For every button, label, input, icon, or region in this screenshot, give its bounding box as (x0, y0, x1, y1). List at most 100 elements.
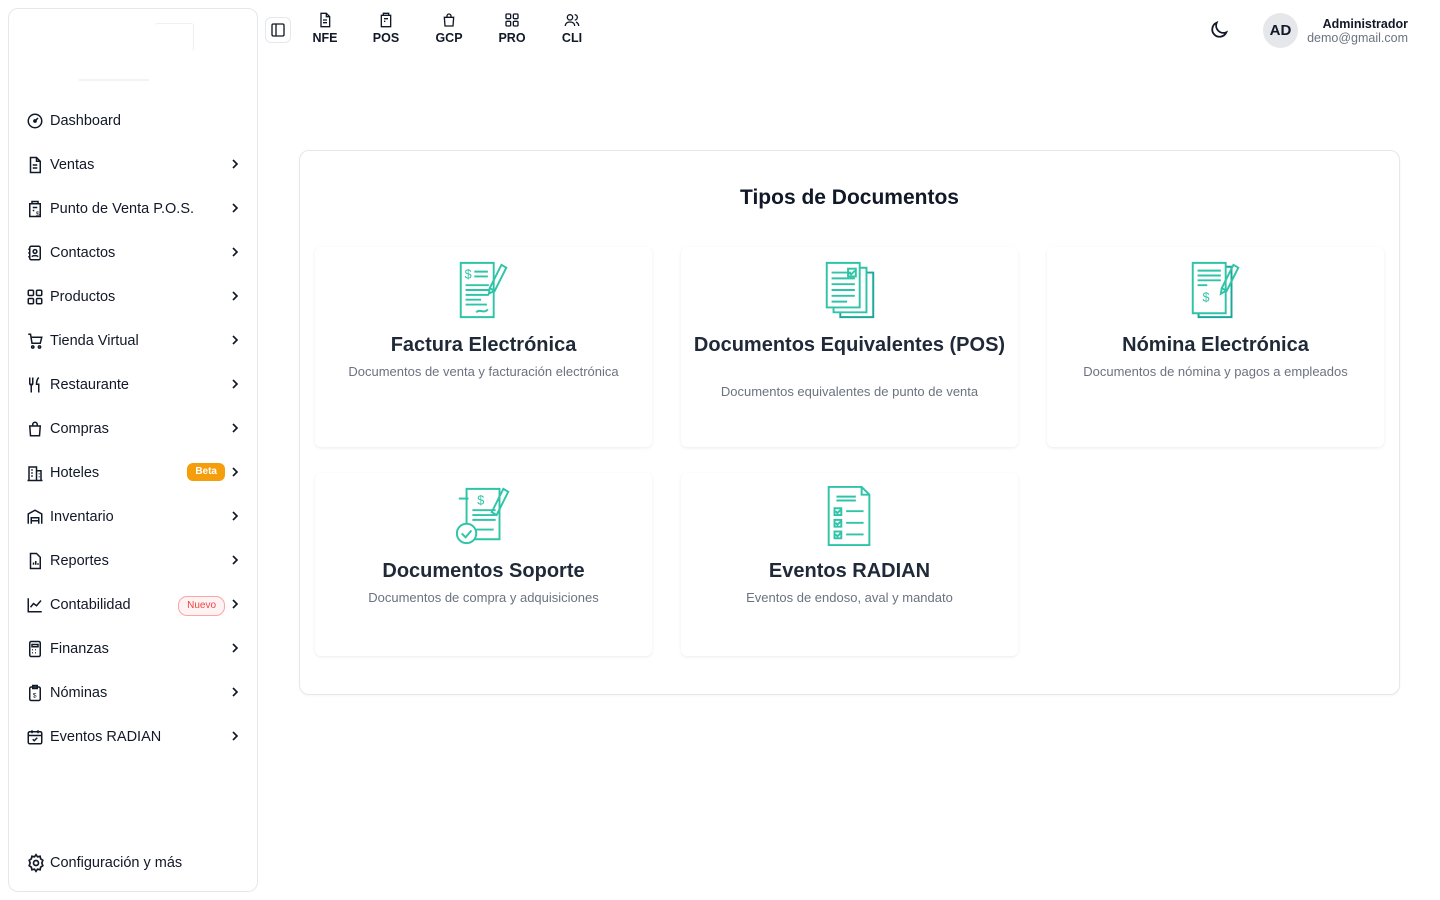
chevron-right-icon (232, 687, 239, 697)
clipboard-dollar-icon: $ (26, 684, 44, 702)
tab-label: CLI (561, 31, 583, 45)
warehouse-icon (26, 508, 44, 526)
sidebar-item-restaurante[interactable]: Restaurante (9, 363, 257, 407)
calendar-check-icon (26, 728, 44, 746)
user-info[interactable]: Administrador demo@gmail.com (1307, 17, 1408, 45)
chevron-right-icon (232, 467, 239, 477)
sidebar-item-label: Contactos (50, 245, 116, 261)
chevron-right-icon (232, 555, 239, 565)
sidebar-item-label: Reportes (50, 553, 109, 569)
document-icon (26, 156, 44, 174)
calculator-icon (26, 640, 44, 658)
svg-text:$: $ (1202, 291, 1209, 305)
chevron-right-icon (232, 423, 239, 433)
card-description: Documentos equivalentes de punto de vent… (720, 384, 979, 399)
document-icon (320, 12, 331, 28)
card-title: Documentos Soporte (382, 560, 585, 582)
tab-nfe[interactable]: NFE (303, 12, 347, 45)
contact-book-icon (26, 244, 44, 262)
invoice-pen-icon: $ (459, 261, 508, 319)
sidebar-item-reportes[interactable]: Reportes (9, 539, 257, 583)
new-badge: Nuevo (178, 596, 225, 616)
card-title: Eventos RADIAN (768, 560, 931, 582)
chevron-right-icon (232, 159, 239, 169)
payroll-pen-icon: $ (1191, 261, 1240, 319)
sidebar-item-label: Finanzas (50, 641, 109, 657)
tab-label: PRO (498, 31, 526, 45)
tab-label: POS (372, 31, 400, 45)
tab-pos[interactable]: POS (364, 12, 408, 45)
tab-cli[interactable]: CLI (550, 12, 594, 45)
sidebar-item-compras[interactable]: Compras (9, 407, 257, 451)
beta-badge: Beta (187, 463, 225, 481)
sidebar-toggle-button[interactable] (265, 17, 291, 43)
receipt-dollar-icon (380, 12, 392, 28)
sidebar-panel-icon (271, 23, 285, 37)
chevron-right-icon (232, 643, 239, 653)
sidebar-item-label: Punto de Venta P.O.S. (50, 201, 195, 217)
sidebar: Dashboard Ventas $ Punto de Venta P.O.S.… (8, 8, 258, 892)
sidebar-item-eventos-radian[interactable]: Eventos RADIAN (9, 715, 257, 759)
sidebar-item-label: Hoteles (50, 465, 100, 481)
grid-icon (505, 13, 519, 27)
sidebar-item-contabilidad[interactable]: Contabilidad Nuevo (9, 583, 257, 627)
sidebar-item-nominas[interactable]: $ Nóminas (9, 671, 257, 715)
chevron-right-icon (232, 291, 239, 301)
svg-text:$: $ (33, 693, 37, 700)
card-title: Factura Electrónica (390, 334, 577, 356)
card-title: Documentos Equivalentes (POS) (693, 334, 1006, 356)
page-title: Tipos de Documentos (740, 186, 959, 209)
sidebar-item-label: Dashboard (50, 113, 121, 129)
gear-icon (28, 853, 44, 873)
card-description: Documentos de compra y adquisiciones (368, 590, 599, 605)
sidebar-nav: Dashboard Ventas $ Punto de Venta P.O.S.… (9, 99, 257, 759)
user-email: demo@gmail.com (1307, 31, 1408, 45)
card-eventos-radian[interactable]: Eventos RADIAN Eventos de endoso, aval y… (681, 473, 1018, 656)
sidebar-item-label: Compras (50, 421, 109, 437)
grid-icon (26, 288, 44, 306)
svg-text:$: $ (464, 267, 471, 281)
sidebar-item-ventas[interactable]: Ventas (9, 143, 257, 187)
card-title: Nómina Electrónica (1122, 334, 1309, 356)
svg-text:$: $ (477, 493, 484, 507)
settings-label: Configuración y más (50, 855, 183, 871)
card-factura-electronica[interactable]: $ Factura Electrónica Documentos de vent… (315, 247, 652, 447)
sidebar-item-label: Inventario (50, 509, 114, 525)
user-name: Administrador (1322, 17, 1408, 31)
sidebar-item-label: Nóminas (50, 685, 108, 701)
sidebar-item-tienda-virtual[interactable]: Tienda Virtual (9, 319, 257, 363)
building-icon (26, 464, 44, 482)
sidebar-item-contactos[interactable]: Contactos (9, 231, 257, 275)
sidebar-item-label: Tienda Virtual (50, 333, 139, 349)
sidebar-item-pos[interactable]: $ Punto de Venta P.O.S. (9, 187, 257, 231)
sidebar-item-productos[interactable]: Productos (9, 275, 257, 319)
chevron-right-icon (232, 511, 239, 521)
chevron-right-icon (232, 335, 239, 345)
chart-line-icon (26, 596, 44, 614)
support-document-icon: $ (455, 487, 509, 545)
card-documentos-equivalentes[interactable]: Documentos Equivalentes (POS) Documentos… (681, 247, 1018, 447)
avatar[interactable]: AD (1263, 13, 1298, 48)
dark-mode-toggle-icon[interactable] (1208, 19, 1230, 41)
chevron-right-icon (232, 379, 239, 389)
tab-gcp[interactable]: GCP (427, 12, 471, 45)
settings-link[interactable]: Configuración y más (26, 853, 182, 873)
gauge-icon (26, 112, 44, 130)
card-nomina-electronica[interactable]: $ Nómina Electrónica Documentos de nómin… (1047, 247, 1384, 447)
sidebar-item-inventario[interactable]: Inventario (9, 495, 257, 539)
card-description: Eventos de endoso, aval y mandato (746, 590, 953, 605)
chevron-right-icon (232, 731, 239, 741)
chevron-right-icon (232, 247, 239, 257)
report-icon (26, 552, 44, 570)
sidebar-item-label: Restaurante (50, 377, 129, 393)
sidebar-item-dashboard[interactable]: Dashboard (9, 99, 257, 143)
company-logo[interactable] (69, 15, 199, 87)
utensils-icon (26, 376, 44, 394)
tab-pro[interactable]: PRO (490, 12, 534, 45)
sidebar-item-hoteles[interactable]: Hoteles Beta (9, 451, 257, 495)
cart-icon (26, 332, 44, 350)
sidebar-item-label: Contabilidad (50, 597, 131, 613)
sidebar-item-finanzas[interactable]: Finanzas (9, 627, 257, 671)
sidebar-item-label: Productos (50, 289, 116, 305)
card-documentos-soporte[interactable]: $ Documentos Soporte Documentos de compr… (315, 473, 652, 656)
